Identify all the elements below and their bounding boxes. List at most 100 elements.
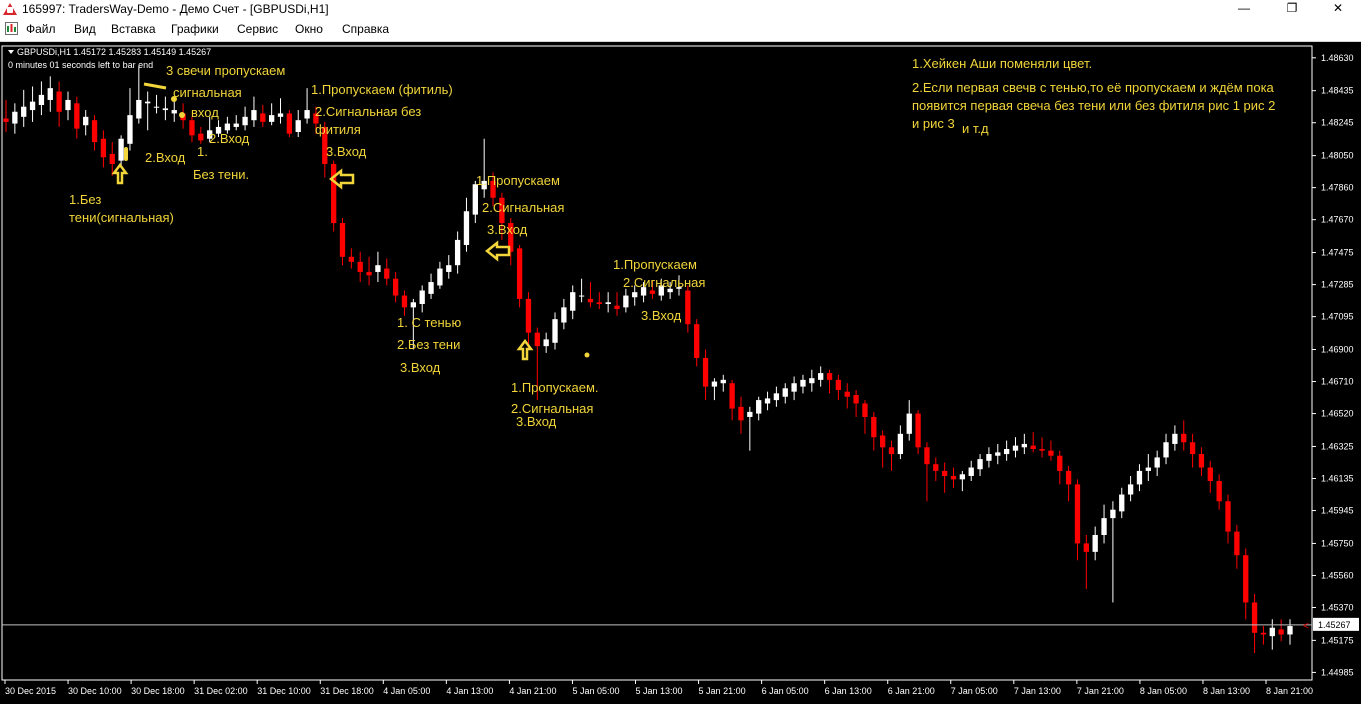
candle-body (1110, 509, 1116, 519)
title-bar: 165997: TradersWay-Demo - Демо Счет - [G… (0, 0, 1361, 18)
menu-view[interactable]: Вид (74, 22, 96, 36)
y-tick-label: 1.48245 (1321, 118, 1354, 128)
annotation: тени(сигнальная) (69, 210, 174, 225)
candle-body (632, 292, 638, 298)
x-tick-label: 8 Jan 21:00 (1266, 686, 1313, 696)
candle-body (127, 115, 133, 144)
candle-body (153, 106, 160, 108)
candle-body (826, 373, 833, 380)
y-tick-label: 1.46900 (1321, 345, 1354, 355)
close-button[interactable]: ✕ (1315, 0, 1361, 18)
candle-body (83, 116, 89, 126)
candle-body (1127, 484, 1134, 495)
candle-body (242, 116, 248, 126)
heikin-ashi-chart[interactable]: 1.48630 1.48435 1.48245 1.48050 1.47860 1.476… (0, 42, 1361, 704)
menu-window[interactable]: Окно (295, 22, 323, 36)
x-tick-label: 6 Jan 05:00 (762, 686, 809, 696)
candle-body (587, 298, 594, 303)
annotation: 1. (197, 144, 208, 159)
candle-body (437, 268, 443, 286)
candle-body (171, 110, 177, 114)
x-tick-label: 6 Jan 21:00 (888, 686, 935, 696)
candle-body (304, 110, 310, 119)
bar-timer: 0 minutes 01 seconds left to bar end (8, 60, 154, 70)
candle-body (1039, 448, 1045, 451)
x-tick-label: 31 Dec 02:00 (194, 686, 248, 696)
bid-arrow-icon: < (1303, 621, 1309, 632)
minimize-button[interactable]: — (1221, 0, 1267, 18)
candle-body (649, 290, 656, 294)
window-title: 165997: TradersWay-Demo - Демо Счет - [G… (22, 2, 329, 16)
candle-body (295, 120, 301, 132)
candle-body (1251, 602, 1258, 633)
candle-body (888, 447, 895, 455)
candle-body (623, 295, 629, 308)
candle-body (871, 416, 877, 438)
candle-body (100, 138, 107, 158)
candle-body (339, 223, 346, 257)
restore-button[interactable]: ❐ (1269, 0, 1315, 18)
annotation: и рис 3 (912, 116, 955, 131)
candle-body (897, 433, 904, 455)
y-tick-label: 1.47285 (1321, 280, 1354, 290)
x-tick-label: 7 Jan 13:00 (1014, 686, 1061, 696)
y-tick-label: 1.46710 (1321, 377, 1354, 387)
candle-body (605, 302, 611, 304)
x-tick-label: 5 Jan 21:00 (699, 686, 746, 696)
marker-dot (179, 112, 185, 118)
candle-body (109, 153, 115, 165)
candle-body (614, 305, 620, 310)
candle-body (428, 282, 434, 294)
candle-body (764, 398, 771, 404)
candle-body (1119, 494, 1125, 512)
annotation: 1.Хейкен Аши поменяли цвет. (912, 56, 1093, 71)
candle-body (401, 295, 408, 308)
candle-body (578, 295, 585, 297)
x-tick-label: 5 Jan 05:00 (572, 686, 619, 696)
y-tick-label: 1.46325 (1321, 441, 1354, 451)
candle-body (525, 298, 532, 333)
candle-body (1198, 454, 1205, 468)
candle-body (3, 118, 9, 122)
annotation: 3.Вход (487, 222, 528, 237)
dropdown-triangle-icon[interactable] (8, 50, 14, 54)
candle-body (1136, 470, 1143, 485)
candle-body (1260, 632, 1267, 635)
candle-body (552, 319, 558, 343)
x-tick-label: 8 Jan 05:00 (1140, 686, 1187, 696)
annotation: 2.Сигнальная (482, 200, 565, 215)
annotation: 3.Вход (400, 360, 441, 375)
menu-insert[interactable]: Вставка (111, 22, 156, 36)
x-tick-label: 5 Jan 13:00 (636, 686, 683, 696)
candle-body (1057, 455, 1063, 471)
candle-body (1048, 450, 1054, 456)
menu-charts[interactable]: Графики (171, 22, 219, 36)
x-tick-label: 6 Jan 13:00 (825, 686, 872, 696)
menu-help[interactable]: Справка (342, 22, 389, 36)
candle-body (596, 302, 602, 304)
candle-body (198, 133, 204, 141)
candle-body (74, 103, 80, 129)
chart-window[interactable]: 1.48630 1.48435 1.48245 1.48050 1.47860 1.476… (0, 42, 1361, 704)
menu-tools[interactable]: Сервис (237, 22, 278, 36)
annotation: 3.Вход (326, 144, 367, 159)
annotation: 3 свечи пропускаем (166, 63, 286, 78)
x-tick-label: 4 Jan 13:00 (446, 686, 493, 696)
candle-body (251, 110, 257, 121)
candle-body (348, 256, 355, 262)
candle-body (446, 265, 452, 272)
y-tick-label: 1.46135 (1321, 474, 1354, 484)
menu-file[interactable]: Файл (26, 22, 56, 36)
candle-body (1012, 445, 1019, 451)
chart-window-icon[interactable] (5, 22, 18, 35)
candle-body (924, 447, 930, 465)
annotation: 3.Вход (641, 308, 682, 323)
annotation: 1.Без (69, 192, 102, 207)
candle-body (720, 379, 726, 384)
candle-body (91, 120, 98, 143)
y-tick-label: 1.45560 (1321, 570, 1354, 580)
candle-body (56, 91, 62, 112)
candle-body (835, 379, 842, 390)
x-tick-label: 30 Dec 18:00 (131, 686, 185, 696)
annotation: 1.Пропускаем (фитиль) (311, 82, 453, 97)
